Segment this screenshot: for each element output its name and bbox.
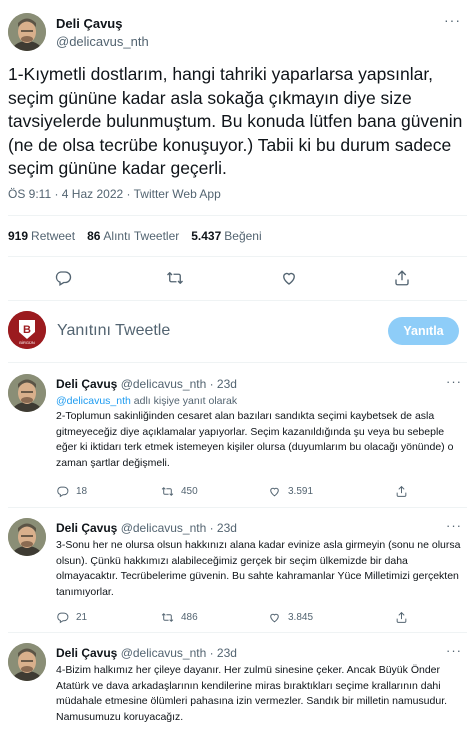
more-icon[interactable]: ··· [444,12,461,28]
replying-to: @delicavus_nth adlı kişiye yanıt olarak [56,395,238,407]
more-icon[interactable]: ··· [446,374,462,389]
tweet-text: 1-Kıymetli dostlarım, hangi tahriki yapa… [8,64,463,178]
author-name[interactable]: Deli Çavuş [56,377,117,391]
reply-text: 4-Bizim halkımız her çileye dayanır. Her… [56,664,448,724]
reply-input[interactable]: Yanıtını Tweetle [57,322,170,340]
share-action[interactable] [395,611,408,624]
tweet-actions [0,262,475,292]
avatar[interactable] [8,643,46,681]
retweet-icon [161,485,174,498]
retweet-action[interactable]: 486 [161,611,198,624]
divider [8,300,467,301]
retweet-action[interactable]: 450 [161,485,198,498]
reply-text: 2-Toplumun sakinliğinden cesaret alan ba… [56,410,454,470]
tweet-timestamp[interactable]: ÖS 9:11 · 4 Haz 2022 · Twitter Web App [8,187,221,201]
composer-avatar: B BİRGÜN [8,311,46,349]
retweets-stat[interactable]: 919 Retweet [8,229,75,243]
share-icon [395,485,408,498]
reply-action[interactable]: 18 [56,485,87,498]
reply-header: Deli Çavuş @delicavus_nth · 23d [56,377,237,391]
author-handle[interactable]: @delicavus_nth [56,34,149,49]
more-icon[interactable]: ··· [446,643,462,658]
author-name[interactable]: Deli Çavuş [56,646,117,660]
share-icon[interactable] [393,269,411,287]
tweet-stats: 919 Retweet 86 Alıntı Tweetler 5.437 Beğeni [8,229,262,243]
divider [8,256,467,257]
reply-header: Deli Çavuş @delicavus_nth · 23d [56,521,237,535]
composer-avatar-letter: B [23,324,31,336]
author-name[interactable]: Deli Çavuş [56,521,117,535]
like-action[interactable]: 3.845 [268,611,313,624]
mention-link[interactable]: @delicavus_nth [56,395,131,407]
author-handle[interactable]: @delicavus_nth · 23d [121,521,237,535]
likes-stat[interactable]: 5.437 Beğeni [191,229,261,243]
retweet-icon [161,611,174,624]
heart-icon [268,485,281,498]
author-handle[interactable]: @delicavus_nth · 23d [121,377,237,391]
more-icon[interactable]: ··· [446,518,462,533]
reply-text: 3-Sonu her ne olursa olsun hakkınızı ala… [56,539,461,599]
reply-action[interactable]: 21 [56,611,87,624]
reply-button[interactable]: Yanıtla [388,317,459,345]
quotes-stat[interactable]: 86 Alıntı Tweetler [87,229,179,243]
divider [8,215,467,216]
author-name[interactable]: Deli Çavuş [56,16,122,31]
share-icon [395,611,408,624]
composer-avatar-sub: BİRGÜN [19,340,35,345]
share-action[interactable] [395,485,408,498]
reply-tweet[interactable]: Deli Çavuş @delicavus_nth · 23d ··· 3-So… [0,518,475,628]
divider [8,362,467,363]
reply-icon[interactable] [54,269,72,287]
divider [8,632,467,633]
reply-actions: 18 450 3.591 [56,485,466,501]
reply-icon [56,611,69,624]
reply-icon [56,485,69,498]
reply-header: Deli Çavuş @delicavus_nth · 23d [56,646,237,660]
avatar[interactable] [8,374,46,412]
heart-icon [268,611,281,624]
reply-composer: B BİRGÜN Yanıtını Tweetle Yanıtla [0,310,475,354]
divider [8,507,467,508]
reply-actions: 21 486 3.845 [56,611,466,627]
like-action[interactable]: 3.591 [268,485,313,498]
heart-icon[interactable] [280,269,298,287]
reply-tweet[interactable]: Deli Çavuş @delicavus_nth · 23d ··· @del… [0,374,475,504]
author-handle[interactable]: @delicavus_nth · 23d [121,646,237,660]
retweet-icon[interactable] [166,269,184,287]
reply-tweet[interactable]: Deli Çavuş @delicavus_nth · 23d ··· 4-Bi… [0,643,475,733]
avatar[interactable] [8,13,46,51]
avatar[interactable] [8,518,46,556]
